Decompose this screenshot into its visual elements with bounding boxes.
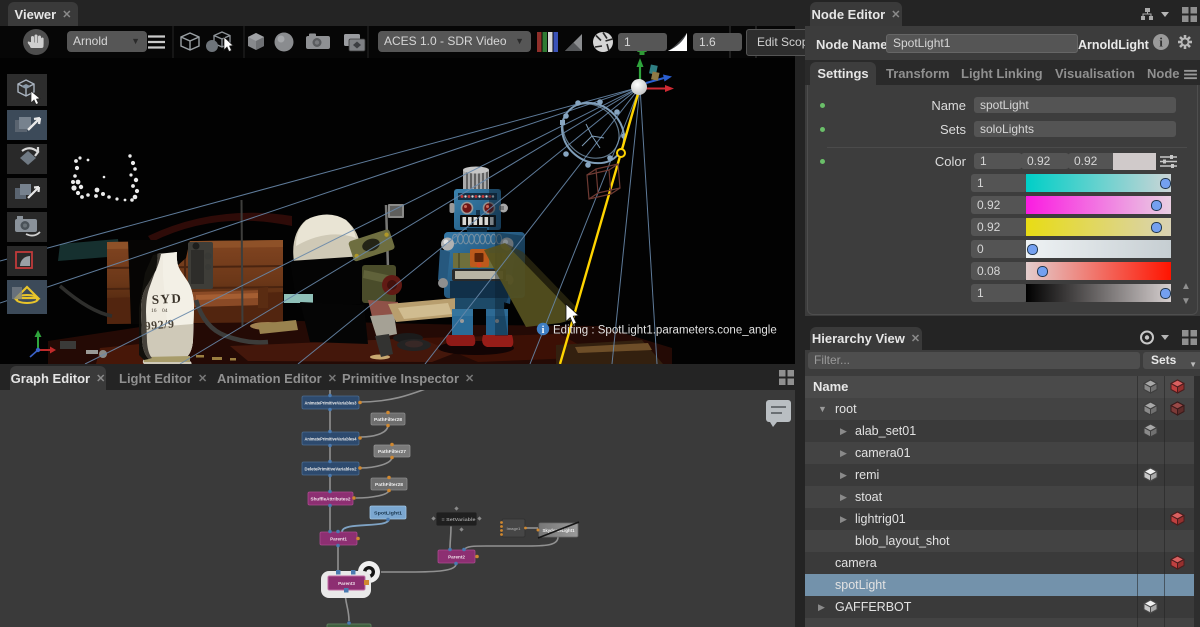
- svg-text:Image1: Image1: [507, 526, 522, 531]
- svg-text:i: i: [542, 325, 545, 336]
- svg-text:Parent3: Parent3: [338, 581, 355, 586]
- svg-text:PathFilter27: PathFilter27: [378, 449, 406, 454]
- svg-text:AnimatePrimitiveVariables3: AnimatePrimitiveVariables3: [305, 401, 357, 406]
- svg-text:≡ SetVariable: ≡ SetVariable: [442, 517, 477, 522]
- svg-text:i: i: [1159, 35, 1163, 50]
- svg-text:Parent2: Parent2: [448, 555, 465, 560]
- svg-text:Editing : SpotLight1.parameter: Editing : SpotLight1.parameters.cone_ang…: [553, 325, 777, 337]
- svg-text:16 04: 16 04: [151, 308, 168, 314]
- svg-text:ShuffleAttributes2: ShuffleAttributes2: [311, 497, 351, 502]
- svg-text:SpotLight1: SpotLight1: [374, 511, 403, 516]
- svg-text:PathFilter28: PathFilter28: [374, 417, 402, 422]
- svg-text:DeletePrimitiveVariables2: DeletePrimitiveVariables2: [305, 467, 357, 472]
- svg-text:992/9: 992/9: [144, 316, 175, 333]
- svg-text:AnimatePrimitiveVariables4: AnimatePrimitiveVariables4: [305, 437, 357, 442]
- svg-text:PathFilter28: PathFilter28: [375, 482, 403, 487]
- svg-text:SYD: SYD: [151, 290, 182, 307]
- svg-text:Parent1: Parent1: [330, 537, 347, 542]
